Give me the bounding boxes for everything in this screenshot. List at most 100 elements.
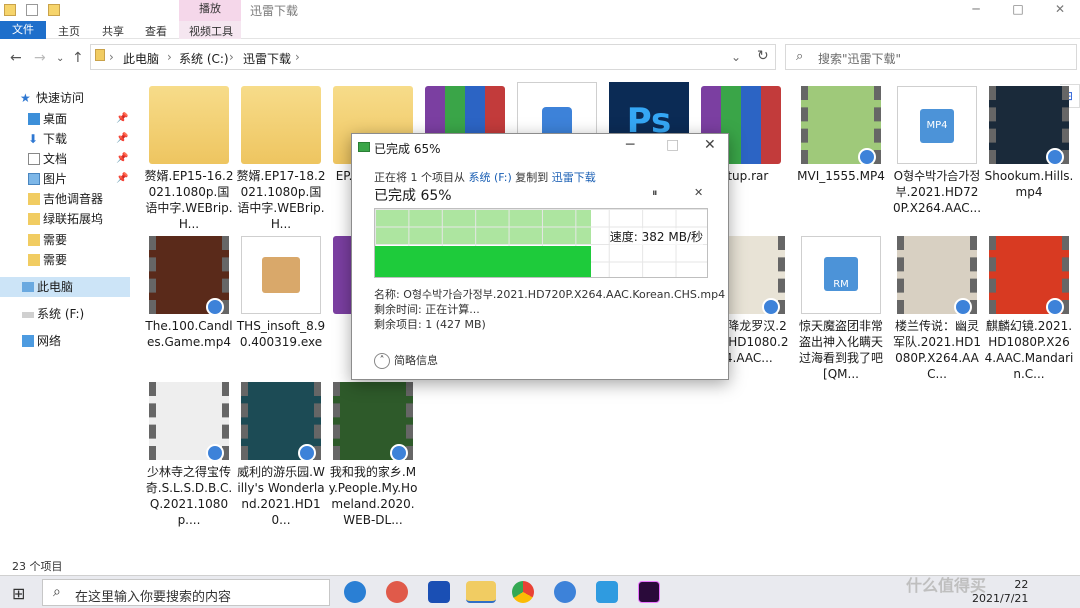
taskbar-search-input[interactable]: 在这里输入你要搜索的内容 xyxy=(75,586,231,605)
item-count: 23 个项目 xyxy=(12,560,63,573)
rm-file-icon: RM xyxy=(801,236,881,314)
folder-icon xyxy=(28,234,40,246)
document-icon xyxy=(28,153,40,165)
folder-icon xyxy=(95,49,105,61)
copy-description: 正在将 1 个项目从 系统 (F:) 复制到 迅雷下载 xyxy=(374,171,596,184)
pictures-icon xyxy=(28,173,40,185)
chevron-up-icon: ˄ xyxy=(374,353,390,369)
items-remaining: 剩余项目: 1 (427 MB) xyxy=(374,318,486,331)
speed-graph: 速度: 382 MB/秒 xyxy=(374,208,708,278)
maximize-button: □ xyxy=(666,137,680,153)
context-tab-group: 播放 xyxy=(179,0,241,21)
progress-label: 已完成 65% xyxy=(374,188,452,204)
folder-icon xyxy=(28,213,40,225)
edge-browser-icon[interactable] xyxy=(344,581,366,603)
watermark: 什么值得买 xyxy=(906,576,987,595)
download-arrow-icon: ⬇ xyxy=(28,132,39,146)
search-box[interactable]: ⌕ 搜索"迅雷下载" xyxy=(785,44,1077,70)
properties-icon[interactable] xyxy=(26,4,38,16)
sidebar-item-needed-2[interactable]: 需要 xyxy=(0,250,130,270)
desktop-icon xyxy=(28,113,40,125)
sidebar-item-network[interactable]: 网络 xyxy=(0,331,130,351)
back-arrow-icon[interactable]: ← xyxy=(10,50,22,66)
tab-video-tools[interactable]: 视频工具 xyxy=(189,23,233,39)
sidebar-item-this-pc[interactable]: 此电脑 xyxy=(0,277,130,297)
search-icon: ⌕ xyxy=(796,49,804,64)
dialog-title: 已完成 65% xyxy=(374,142,441,156)
exe-installer-icon xyxy=(241,236,321,314)
computer-icon xyxy=(22,282,34,292)
file-explorer-icon[interactable] xyxy=(466,581,496,603)
fewer-details-button[interactable]: ˄ 简略信息 xyxy=(374,352,438,369)
search-input[interactable]: 搜索"迅雷下载" xyxy=(818,50,901,67)
refresh-icon[interactable]: ↻ xyxy=(757,48,769,64)
file-name: 名称: O형수박가슴가정부.2021.HD720P.X264.AAC.Korea… xyxy=(374,288,726,301)
address-bar[interactable]: › 此电脑 › 系统 (C:) › 迅雷下载 › ⌄ ↻ xyxy=(90,44,776,70)
minimize-button[interactable]: ─ xyxy=(626,137,634,153)
pin-icon[interactable]: 📌 xyxy=(116,129,128,149)
tab-home[interactable]: 主页 xyxy=(58,23,80,39)
sidebar-item-downloads[interactable]: ⬇ 下载 📌 xyxy=(0,129,130,149)
tab-file[interactable]: 文件 xyxy=(0,21,46,39)
chrome-icon[interactable] xyxy=(512,581,534,603)
sidebar-item-needed-1[interactable]: 需要 xyxy=(0,230,130,250)
taskbar-search[interactable]: ⌕ 在这里输入你要搜索的内容 xyxy=(42,579,330,606)
copy-icon xyxy=(358,142,370,152)
copy-progress-dialog: 已完成 65% ─ □ ✕ 正在将 1 个项目从 系统 (F:) 复制到 迅雷下… xyxy=(351,133,729,380)
windows-start-icon[interactable]: ⊞ xyxy=(12,584,25,603)
pin-icon[interactable]: 📌 xyxy=(116,169,128,189)
cancel-button[interactable]: ✕ xyxy=(694,186,703,199)
app-icon[interactable] xyxy=(596,581,618,603)
mp4-file-icon: MP4 xyxy=(897,86,977,164)
pause-button[interactable]: ⏸ xyxy=(652,186,658,200)
crumb-this-pc[interactable]: 此电脑 xyxy=(123,50,159,67)
sidebar-item-quick-access[interactable]: ★ 快速访问 xyxy=(0,88,130,108)
crumb-thunder-downloads[interactable]: 迅雷下载 xyxy=(243,50,291,67)
ribbon-tabs: 文件 主页 共享 查看 视频工具 xyxy=(0,21,1080,39)
app-icon[interactable] xyxy=(428,581,450,603)
up-arrow-icon[interactable]: ↑ xyxy=(72,50,84,66)
star-icon: ★ xyxy=(20,91,31,105)
forward-arrow-icon[interactable]: → xyxy=(34,50,46,66)
sidebar-item-documents[interactable]: 文档 📌 xyxy=(0,149,130,169)
close-button[interactable]: ✕ xyxy=(704,137,716,153)
premiere-icon[interactable] xyxy=(638,581,660,603)
speed-readout: 速度: 382 MB/秒 xyxy=(609,228,703,245)
maximize-button[interactable]: □ xyxy=(1008,2,1028,16)
folder-icon xyxy=(28,193,40,205)
video-thumbnail-icon xyxy=(989,236,1069,316)
time-remaining: 剩余时间: 正在计算... xyxy=(374,303,480,316)
recent-chevron-icon[interactable]: ⌄ xyxy=(56,53,64,64)
tab-view[interactable]: 查看 xyxy=(145,23,167,39)
source-link[interactable]: 系统 (F:) xyxy=(469,171,512,184)
video-thumbnail-icon xyxy=(333,382,413,462)
folder-icon xyxy=(149,86,229,164)
folder-icon xyxy=(4,4,16,16)
tab-share[interactable]: 共享 xyxy=(102,23,124,39)
network-icon xyxy=(22,335,34,347)
crumb-drive-c[interactable]: 系统 (C:) xyxy=(179,50,229,67)
navigation-pane: ★ 快速访问 桌面 📌 ⬇ 下载 📌 文档 📌 图片 📌 吉他调音器 绿联拓展坞… xyxy=(0,88,130,558)
minimize-button[interactable]: ─ xyxy=(966,2,986,16)
folder-icon xyxy=(28,254,40,266)
close-button[interactable]: ✕ xyxy=(1050,2,1070,16)
sidebar-item-pictures[interactable]: 图片 📌 xyxy=(0,169,130,189)
sidebar-item-desktop[interactable]: 桌面 📌 xyxy=(0,109,130,129)
video-thumbnail-icon xyxy=(897,236,977,316)
destination-link[interactable]: 迅雷下载 xyxy=(552,171,596,184)
video-thumbnail-icon xyxy=(149,382,229,462)
sidebar-item-guitar-tuner[interactable]: 吉他调音器 xyxy=(0,189,130,209)
app-icon[interactable] xyxy=(386,581,408,603)
sidebar-item-ugreen-dock[interactable]: 绿联拓展坞 xyxy=(0,209,130,229)
new-folder-icon[interactable] xyxy=(48,4,60,16)
progress-bar-fill xyxy=(375,246,591,277)
thunder-download-icon[interactable] xyxy=(554,581,576,603)
video-thumbnail-icon xyxy=(801,86,881,166)
pin-icon[interactable]: 📌 xyxy=(116,149,128,169)
dropdown-chevron-icon[interactable]: ⌄ xyxy=(731,50,741,64)
pin-icon[interactable]: 📌 xyxy=(116,109,128,129)
sidebar-item-drive-f[interactable]: 系统 (F:) xyxy=(0,304,130,324)
video-thumbnail-icon xyxy=(241,382,321,462)
video-thumbnail-icon xyxy=(989,86,1069,166)
drive-icon xyxy=(22,312,34,318)
